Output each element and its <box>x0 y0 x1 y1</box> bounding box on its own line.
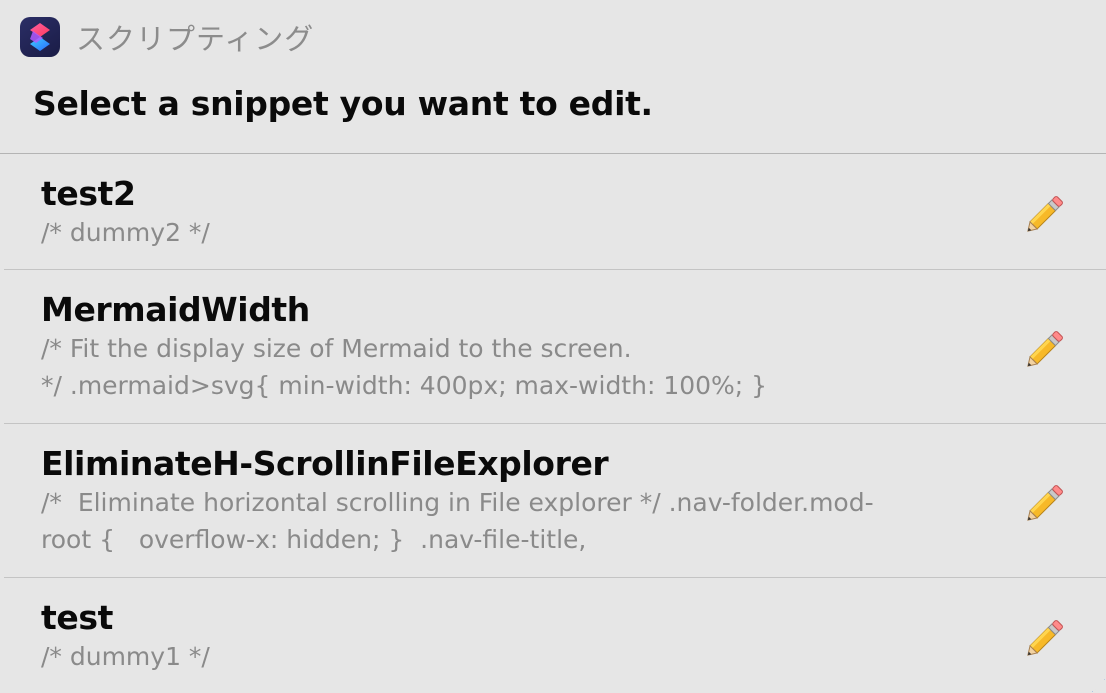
pencil-icon[interactable] <box>1024 478 1070 524</box>
snippet-title: MermaidWidth <box>41 290 310 329</box>
prompt-title: Select a snippet you want to edit. <box>33 84 653 123</box>
snippet-row[interactable]: MermaidWidth /* Fit the display size of … <box>4 270 1106 424</box>
snippet-row[interactable]: EliminateH-ScrollinFileExplorer /* Elimi… <box>4 424 1106 578</box>
snippet-row[interactable]: test2 /* dummy2 */ <box>4 154 1106 270</box>
snippet-subtitle: /* dummy1 */ <box>41 642 210 671</box>
shortcuts-app-icon <box>20 17 60 57</box>
app-name: スクリプティング <box>76 22 315 56</box>
snippet-subtitle: /* dummy2 */ <box>41 218 210 247</box>
picker-header: スクリプティング Select a snippet you want to ed… <box>0 0 1106 153</box>
snippet-title: test <box>41 598 113 637</box>
snippet-title: test2 <box>41 174 136 213</box>
pencil-icon[interactable] <box>1024 613 1070 659</box>
snippet-picker-panel: スクリプティング Select a snippet you want to ed… <box>0 0 1106 693</box>
pencil-icon[interactable] <box>1024 189 1070 235</box>
snippet-subtitle: /* Fit the display size of Mermaid to th… <box>41 334 768 400</box>
snippet-subtitle: /* Eliminate horizontal scrolling in Fil… <box>41 488 874 554</box>
snippet-row[interactable]: test /* dummy1 */ <box>4 578 1106 693</box>
pencil-icon[interactable] <box>1024 324 1070 370</box>
snippet-list: test2 /* dummy2 */ MermaidWidth /* Fit t… <box>0 154 1106 693</box>
app-row: スクリプティング <box>20 16 314 58</box>
snippet-title: EliminateH-ScrollinFileExplorer <box>41 444 609 483</box>
